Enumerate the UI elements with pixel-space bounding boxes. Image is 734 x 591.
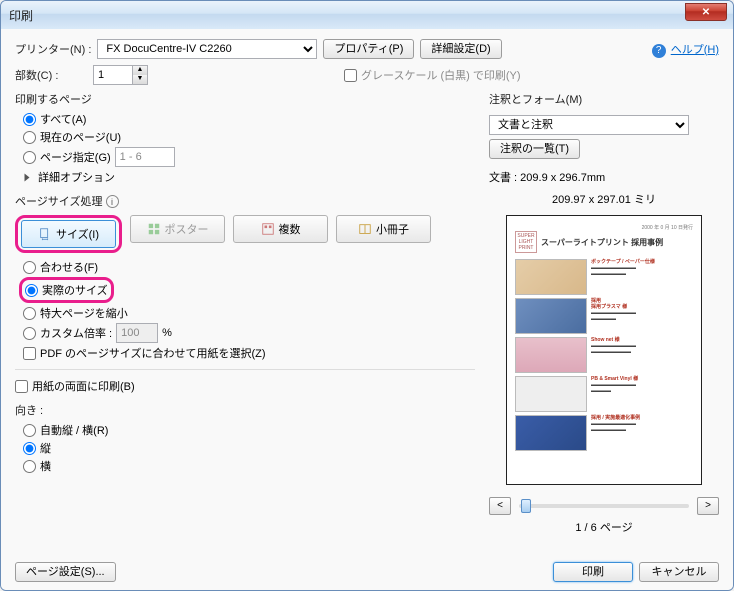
help-icon: ? bbox=[652, 44, 666, 58]
doc-size-label: 文書 : 209.9 x 296.7mm bbox=[489, 169, 719, 185]
grayscale-checkbox[interactable] bbox=[344, 69, 357, 82]
page-slider[interactable] bbox=[519, 504, 689, 508]
pages-all-row[interactable]: すべて(A) bbox=[23, 111, 475, 127]
sizing-title: ページサイズ処理 i bbox=[15, 193, 475, 209]
shrink-row[interactable]: 特大ページを縮小 bbox=[23, 305, 475, 321]
properties-button[interactable]: プロパティ(P) bbox=[323, 39, 414, 59]
grayscale-label: グレースケール (白黒) で印刷(Y) bbox=[361, 67, 521, 83]
tab-size[interactable]: サイズ(I) bbox=[21, 220, 116, 248]
sizing-section: ページサイズ処理 i サイズ(I) ポスター bbox=[15, 193, 475, 363]
custom-radio[interactable] bbox=[23, 327, 36, 340]
poster-icon bbox=[147, 222, 161, 236]
tab-multiple[interactable]: 複数 bbox=[233, 215, 328, 243]
orient-auto-radio[interactable] bbox=[23, 424, 36, 437]
dialog-footer: ページ設定(S)... 印刷 キャンセル bbox=[15, 556, 719, 582]
summarize-comments-button[interactable]: 注釈の一覧(T) bbox=[489, 139, 580, 159]
print-button[interactable]: 印刷 bbox=[553, 562, 633, 582]
orient-auto-row[interactable]: 自動縦 / 横(R) bbox=[23, 422, 475, 438]
dialog-content: プリンター(N) : FX DocuCentre-IV C2260 プロパティ(… bbox=[1, 29, 733, 590]
orientation-title: 向き : bbox=[15, 402, 475, 418]
multiple-icon bbox=[261, 222, 275, 236]
preview-logo: SUPERLIGHTPRINT bbox=[515, 231, 537, 253]
close-button[interactable]: ✕ bbox=[685, 3, 727, 21]
spinner-down[interactable]: ▼ bbox=[133, 75, 147, 84]
orientation-section: 向き : 自動縦 / 横(R) 縦 横 bbox=[15, 402, 475, 476]
custom-scale-input[interactable] bbox=[116, 323, 158, 343]
paper-source-row[interactable]: PDF のページサイズに合わせて用紙を選択(Z) bbox=[23, 345, 475, 361]
slider-thumb[interactable] bbox=[521, 499, 531, 513]
page-nav: < > bbox=[489, 497, 719, 515]
pages-range-radio[interactable] bbox=[23, 151, 36, 164]
titlebar: 印刷 ✕ bbox=[1, 1, 733, 29]
orient-portrait-row[interactable]: 縦 bbox=[23, 440, 475, 456]
highlight-size-tab: サイズ(I) bbox=[15, 215, 122, 253]
print-dialog: 印刷 ✕ プリンター(N) : FX DocuCentre-IV C2260 プ… bbox=[0, 0, 734, 591]
orient-portrait-radio[interactable] bbox=[23, 442, 36, 455]
more-options-row[interactable]: 詳細オプション bbox=[23, 169, 475, 185]
right-column: 注釈とフォーム(M) 文書と注釈 注釈の一覧(T) 文書 : 209.9 x 2… bbox=[489, 91, 719, 550]
duplex-section: 用紙の両面に印刷(B) bbox=[15, 369, 475, 396]
page-next-button[interactable]: > bbox=[697, 497, 719, 515]
fit-radio[interactable] bbox=[23, 261, 36, 274]
info-icon[interactable]: i bbox=[106, 195, 119, 208]
tab-poster[interactable]: ポスター bbox=[130, 215, 225, 243]
preview-page-title: スーパーライトプリント 採用事例 bbox=[541, 237, 663, 248]
highlight-actual-size: 実際のサイズ bbox=[19, 277, 114, 303]
size-icon bbox=[38, 227, 52, 241]
orient-landscape-row[interactable]: 横 bbox=[23, 458, 475, 474]
comments-title: 注釈とフォーム(M) bbox=[489, 91, 719, 107]
main-split: 印刷するページ すべて(A) 現在のページ(U) ページ指定(G) 詳細オプショ… bbox=[15, 91, 719, 550]
pages-all-radio[interactable] bbox=[23, 113, 36, 126]
help-link[interactable]: ヘルプ(H) bbox=[671, 44, 719, 56]
orient-landscape-radio[interactable] bbox=[23, 460, 36, 473]
page-indicator: 1 / 6 ページ bbox=[489, 519, 719, 535]
pages-range-input[interactable] bbox=[115, 147, 175, 167]
pages-current-row[interactable]: 現在のページ(U) bbox=[23, 129, 475, 145]
copies-label: 部数(C) : bbox=[15, 67, 87, 83]
expand-icon bbox=[25, 173, 30, 181]
copies-row: 部数(C) : ▲▼ グレースケール (白黒) で印刷(Y) bbox=[15, 65, 719, 85]
fit-row[interactable]: 合わせる(F) bbox=[23, 259, 475, 275]
booklet-icon bbox=[358, 222, 372, 236]
pages-range-row[interactable]: ページ指定(G) bbox=[23, 147, 475, 167]
copies-spinner[interactable]: ▲▼ bbox=[93, 65, 148, 85]
shrink-radio[interactable] bbox=[23, 307, 36, 320]
duplex-checkbox[interactable] bbox=[15, 380, 28, 393]
cancel-button[interactable]: キャンセル bbox=[639, 562, 719, 582]
copies-input[interactable] bbox=[93, 65, 133, 85]
advanced-button[interactable]: 詳細設定(D) bbox=[420, 39, 501, 59]
page-setup-button[interactable]: ページ設定(S)... bbox=[15, 562, 116, 582]
sizing-tabs: サイズ(I) ポスター 複数 小冊子 bbox=[15, 215, 475, 253]
pages-section: 印刷するページ すべて(A) 現在のページ(U) ページ指定(G) 詳細オプショ… bbox=[15, 91, 475, 187]
pages-title: 印刷するページ bbox=[15, 91, 475, 107]
spinner-up[interactable]: ▲ bbox=[133, 66, 147, 75]
page-prev-button[interactable]: < bbox=[489, 497, 511, 515]
comments-select[interactable]: 文書と注釈 bbox=[489, 115, 689, 135]
tab-booklet[interactable]: 小冊子 bbox=[336, 215, 431, 243]
preview-size-label: 209.97 x 297.01 ミリ bbox=[489, 191, 719, 207]
duplex-row[interactable]: 用紙の両面に印刷(B) bbox=[15, 378, 475, 394]
left-column: 印刷するページ すべて(A) 現在のページ(U) ページ指定(G) 詳細オプショ… bbox=[15, 91, 475, 550]
actual-radio[interactable] bbox=[25, 284, 38, 297]
print-preview: 2000 年 0 月 10 日発行 SUPERLIGHTPRINT スーパーライ… bbox=[506, 215, 702, 485]
actual-row[interactable]: 実際のサイズ bbox=[25, 282, 108, 298]
custom-row[interactable]: カスタム倍率 : % bbox=[23, 323, 475, 343]
pages-current-radio[interactable] bbox=[23, 131, 36, 144]
printer-row: プリンター(N) : FX DocuCentre-IV C2260 プロパティ(… bbox=[15, 39, 719, 59]
paper-source-checkbox[interactable] bbox=[23, 347, 36, 360]
printer-select[interactable]: FX DocuCentre-IV C2260 bbox=[97, 39, 317, 59]
window-title: 印刷 bbox=[9, 7, 33, 24]
printer-label: プリンター(N) : bbox=[15, 41, 91, 57]
